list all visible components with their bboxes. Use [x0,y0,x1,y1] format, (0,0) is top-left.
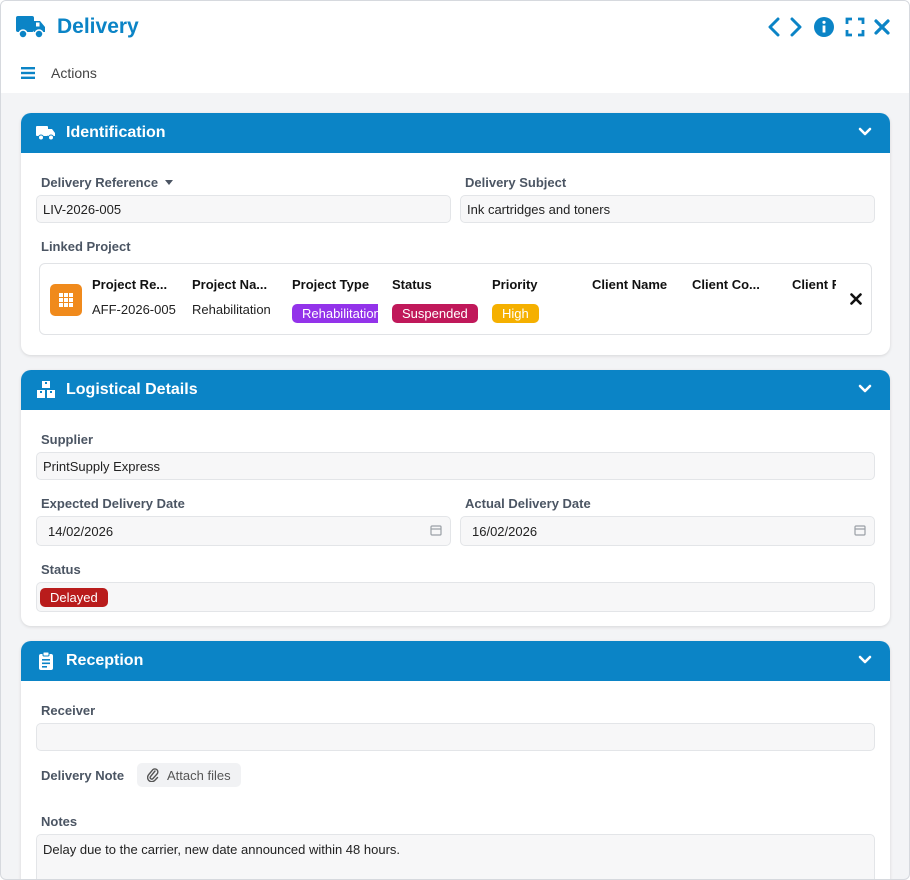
supplier-field[interactable]: PrintSupply Express [36,452,875,480]
expected-date-field[interactable]: 14/02/2026 [36,516,451,546]
window-title: Delivery [57,15,139,38]
close-button[interactable] [871,15,893,39]
actual-date-label: Actual Delivery Date [465,496,591,511]
status-field[interactable]: Delayed [36,582,875,612]
truck-icon [15,13,47,41]
delivery-window: Delivery Actions Identification Delivery… [0,0,910,880]
delivery-reference-label-text: Delivery Reference [41,175,159,190]
chevron-right-icon [790,17,802,37]
linked-project-card[interactable]: Project Re... Project Na... Project Type… [39,263,872,335]
truck-icon [36,123,56,143]
maximize-button[interactable] [844,15,866,39]
remove-project-button[interactable] [850,292,862,310]
status-badge-wrap: Suspended [392,304,478,323]
calendar-icon[interactable] [854,524,866,536]
status-label: Status [41,562,81,577]
supplier-label: Supplier [41,432,94,447]
status-badge: Suspended [392,304,478,323]
next-button[interactable] [785,15,807,39]
expected-date-value: 14/02/2026 [48,523,114,539]
section-title: Reception [66,652,144,669]
receiver-label: Receiver [41,703,96,718]
reception-section: Reception Receiver Delivery Note Attach … [21,641,890,879]
project-reference: AFF-2026-005 [92,302,176,317]
actual-date-value: 16/02/2026 [472,523,538,539]
receiver-field[interactable] [36,723,875,751]
boxes-icon [36,380,56,400]
project-type-badge: Rehabilitation [292,304,378,323]
delayed-badge: Delayed [40,587,108,607]
title-bar: Delivery Actions [1,1,909,93]
previous-button[interactable] [763,15,785,39]
hamburger-icon [21,67,35,79]
logistics-section: Logistical Details Supplier PrintSupply … [21,370,890,626]
column-header: Client Co... [692,277,760,292]
close-icon [850,293,862,305]
chevron-down-icon [858,127,872,136]
caret-down-icon [165,179,174,185]
notes-label: Notes [41,814,78,829]
logistics-header[interactable]: Logistical Details [21,370,890,410]
linked-project-label: Linked Project [41,239,131,254]
column-header: Client Name [592,277,668,292]
info-icon [814,17,834,37]
chevron-left-icon [768,17,780,37]
close-icon [874,19,890,35]
column-header: Project Na... [192,277,268,292]
delivery-subject-label: Delivery Subject [465,175,567,190]
expand-icon [845,17,865,37]
info-button[interactable] [813,15,835,39]
reception-header[interactable]: Reception [21,641,890,681]
expected-date-label: Expected Delivery Date [41,496,185,511]
delivery-reference-label[interactable]: Delivery Reference [41,175,174,190]
delivery-reference-field[interactable]: LIV-2026-005 [36,195,451,223]
attach-files-button[interactable]: Attach files [137,763,241,787]
column-header: Priority [492,277,538,292]
calendar-icon[interactable] [430,524,442,536]
actual-date-field[interactable]: 16/02/2026 [460,516,875,546]
chevron-down-icon [858,655,872,664]
clipboard-icon [36,651,56,671]
chevron-down-icon [858,384,872,393]
column-header: Status [392,277,432,292]
attach-files-label: Attach files [167,767,231,783]
priority-badge-wrap: High [492,304,582,323]
grid-icon [50,284,82,316]
project-name: Rehabilitation [192,302,271,317]
column-header: Client F [792,277,836,292]
notes-field[interactable]: Delay due to the carrier, new date annou… [36,834,875,879]
actions-menu[interactable]: Actions [21,65,97,81]
identification-header[interactable]: Identification [21,113,890,153]
actions-label: Actions [51,65,97,81]
section-title: Logistical Details [66,381,198,398]
column-header: Project Type [292,277,370,292]
section-title: Identification [66,124,166,141]
paperclip-icon [147,768,159,782]
identification-section: Identification Delivery Reference LIV-20… [21,113,890,355]
column-header: Project Re... [92,277,168,292]
project-type-badge-wrap: Rehabilitation [292,304,378,323]
delivery-note-label: Delivery Note [41,768,125,783]
priority-badge: High [492,304,539,323]
delivery-subject-field[interactable]: Ink cartridges and toners [460,195,875,223]
